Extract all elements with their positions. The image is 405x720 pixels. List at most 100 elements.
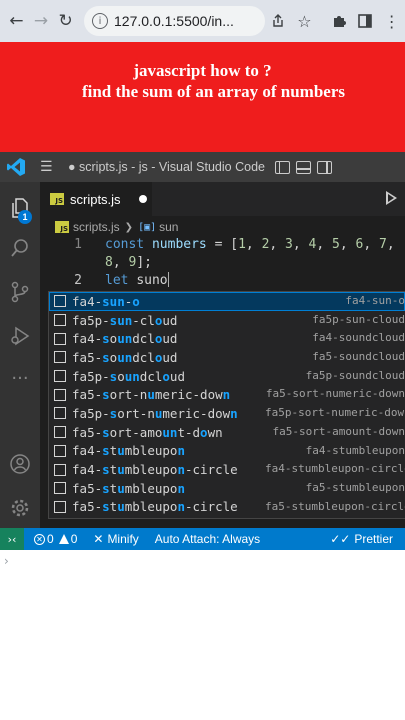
extensions-puzzle-icon[interactable] <box>326 6 352 36</box>
suggestion-detail: fa4-stumbleupon <box>305 443 405 457</box>
suggestion-item[interactable]: fa4-stumbleupon-circle fa4-stumbleupon-ci… <box>49 460 405 479</box>
run-debug-icon[interactable] <box>0 316 40 356</box>
number-literal: 8 <box>105 255 113 270</box>
tab-scripts-js[interactable]: JS scripts.js <box>40 182 152 216</box>
text-snippet-icon <box>54 463 66 476</box>
minify-status[interactable]: ✕ Minify <box>93 532 138 546</box>
suggestion-item[interactable]: fa5-sort-amount-down fa5-sort-amount-down <box>49 423 405 442</box>
code-text: const numbers = [1, 2, 3, 4, 5, 6, 7, <box>105 237 395 252</box>
activity-bar: 1 ··· <box>0 182 40 528</box>
suggestion-label: fa5-stumbleupon-circle <box>72 499 238 515</box>
search-icon[interactable] <box>0 228 40 268</box>
suggestion-item[interactable]: fa5-soundcloud fa5-soundcloud <box>49 348 405 367</box>
more-dots-icon[interactable]: ··· <box>0 358 40 398</box>
explorer-files-icon[interactable]: 1 <box>0 188 40 228</box>
layout-controls <box>274 160 338 174</box>
vscode-logo-icon <box>4 155 28 179</box>
number-literal: 2 <box>261 237 270 252</box>
text-snippet-icon <box>54 482 66 495</box>
number-literal: 9 <box>128 255 137 270</box>
title-banner: javascript how to ? find the sum of an a… <box>0 42 405 152</box>
toggle-panel-icon[interactable] <box>295 160 311 174</box>
code-editor[interactable]: 1 const numbers = [1, 2, 3, 4, 5, 6, 7, … <box>40 236 405 290</box>
suggestion-detail: fa5-stumbleupon-circle <box>265 499 405 513</box>
console-prompt-chevron-icon: › <box>4 554 9 568</box>
text-snippet-icon <box>54 407 66 420</box>
suggestion-item[interactable]: fa5p-soundcloud fa5p-soundcloud <box>49 367 405 386</box>
suggestion-detail: fa4-soundcloud <box>312 331 405 345</box>
suggestion-label: fa5-soundcloud <box>72 349 178 365</box>
back-arrow-icon[interactable]: ← <box>4 7 29 35</box>
address-bar[interactable]: i 127.0.0.1:5500/in... <box>84 6 265 36</box>
suggestion-label: fa5p-sun-cloud <box>72 312 178 328</box>
toggle-secondary-sidebar-icon[interactable] <box>316 160 332 174</box>
problems-status[interactable]: ✕ 0 0 <box>34 532 77 546</box>
more-vertical-icon[interactable]: ⋮ <box>379 6 405 36</box>
account-icon[interactable] <box>0 444 40 484</box>
text-snippet-icon <box>54 314 66 327</box>
suggestion-item[interactable]: fa5p-sort-numeric-down fa5p-sort-numeric-… <box>49 404 405 423</box>
number-literal: 7 <box>378 237 387 252</box>
suggestion-detail: fa5p-sort-numeric-down <box>265 406 405 420</box>
suggestion-label: fa4-stumbleupon <box>72 443 185 459</box>
unsaved-dot-icon[interactable] <box>138 195 147 203</box>
suggestion-item[interactable]: fa4-stumbleupon fa4-stumbleupon <box>49 442 405 461</box>
suggestion-item[interactable]: fa4-sun-o fa4-sun-o <box>49 292 405 311</box>
suggestion-label: fa5p-soundcloud <box>72 368 185 384</box>
info-icon[interactable]: i <box>92 13 109 29</box>
tab-label: scripts.js <box>70 191 121 207</box>
text-snippet-icon <box>54 295 66 308</box>
text-snippet-icon <box>54 332 66 345</box>
text-snippet-icon <box>54 426 66 439</box>
suggestion-item[interactable]: fa5p-sun-cloud fa5p-sun-cloud <box>49 311 405 330</box>
keyword: const <box>105 237 145 252</box>
auto-attach-status[interactable]: Auto Attach: Always <box>155 532 260 546</box>
suggestion-label: fa4-sun-o <box>72 293 140 309</box>
suggestion-detail: fa5-sort-numeric-down <box>265 387 405 401</box>
suggestion-label: fa5-sort-numeric-down <box>72 387 231 403</box>
code-line-2: 2 let suno <box>40 272 405 290</box>
status-bar: ›‹ ✕ 0 0 ✕ Minify Auto Attach: Always ✓✓… <box>0 528 405 550</box>
banner-line-2: find the sum of an array of numbers <box>81 82 346 101</box>
line-number: 1 <box>74 237 82 252</box>
suggestion-item[interactable]: fa5-sort-numeric-down fa5-sort-numeric-do… <box>49 385 405 404</box>
text-cursor <box>167 272 169 287</box>
prettier-status[interactable]: ✓✓ Prettier <box>330 528 393 550</box>
suggestion-detail: fa4-stumbleupon-circle <box>265 462 405 476</box>
suggestion-label: fa4-soundcloud <box>72 331 178 347</box>
double-check-icon: ✓✓ <box>330 532 351 546</box>
text-snippet-icon <box>54 500 66 513</box>
text-snippet-icon <box>54 388 66 401</box>
bookmark-star-icon[interactable]: ☆ <box>291 6 317 36</box>
suggestion-item[interactable]: fa5-stumbleupon fa5-stumbleupon <box>49 479 405 498</box>
code-text: let suno <box>105 272 169 290</box>
keyword: let <box>105 273 129 288</box>
breadcrumb-js-icon: JS <box>55 221 69 233</box>
share-icon[interactable] <box>265 6 291 36</box>
vscode-window: ☰ ● scripts.js - js - Visual Studio Code… <box>0 152 405 550</box>
side-panel-icon[interactable] <box>352 6 378 36</box>
number-literal: 4 <box>308 237 317 252</box>
symbol-variable-icon: [▣] <box>138 221 157 233</box>
warning-icon <box>58 534 69 544</box>
suggestion-label: fa5-sort-amount-down <box>72 424 223 440</box>
forward-arrow-icon[interactable]: → <box>29 7 54 35</box>
minify-label: Minify <box>107 532 139 546</box>
prettier-label: Prettier <box>354 532 393 546</box>
number-literal: 3 <box>285 237 293 252</box>
breadcrumb-file[interactable]: scripts.js <box>73 220 120 234</box>
run-play-icon[interactable] <box>386 191 397 205</box>
js-file-icon: JS <box>50 193 64 205</box>
breadcrumb-symbol[interactable]: sun <box>159 220 178 234</box>
suggestion-widget: fa4-sun-o fa4-sun-o fa5p-sun-cloud fa5p-sun… <box>48 291 405 519</box>
source-control-icon[interactable] <box>0 272 40 312</box>
reload-icon[interactable]: ↻ <box>53 7 78 35</box>
suggestion-item[interactable]: fa5-stumbleupon-circle fa5-stumbleupon-ci… <box>49 498 405 517</box>
settings-gear-icon[interactable] <box>0 488 40 528</box>
menu-hamburger-icon[interactable]: ☰ <box>40 159 56 175</box>
breadcrumb: JS scripts.js ❯ [▣] sun <box>55 216 178 238</box>
suggestion-item[interactable]: fa4-soundcloud fa4-soundcloud <box>49 329 405 348</box>
suggestion-label: fa5p-sort-numeric-down <box>72 405 238 421</box>
toggle-sidebar-icon[interactable] <box>274 160 290 174</box>
remote-indicator-icon[interactable]: ›‹ <box>0 528 24 550</box>
